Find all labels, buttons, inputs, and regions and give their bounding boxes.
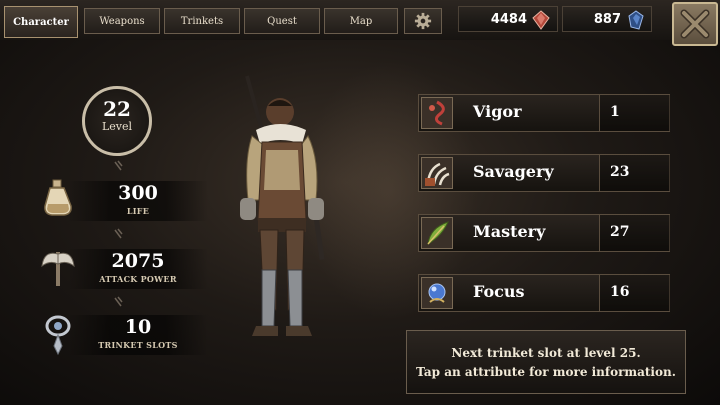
- mastery-label: Mastery: [473, 222, 546, 241]
- attribute-vigor[interactable]: Vigor 1: [418, 94, 670, 132]
- vigor-icon: [429, 100, 445, 126]
- life-value: 300: [118, 182, 158, 204]
- stat-life: 300 LIFE: [40, 176, 208, 226]
- savagery-label: Savagery: [473, 162, 554, 181]
- blue-gem-count: 887: [593, 11, 621, 27]
- hero-character: [240, 75, 325, 336]
- vigor-icon-frame: [421, 97, 453, 129]
- gear-icon: [414, 12, 432, 30]
- trinket-slots-value: 10: [124, 316, 152, 338]
- focus-value: 16: [610, 284, 630, 300]
- info-panel: Next trinket slot at level 25. Tap an at…: [406, 330, 686, 394]
- potion-flask-icon: [44, 179, 72, 216]
- tab-map[interactable]: Map: [324, 8, 398, 34]
- tab-trinkets[interactable]: Trinkets: [164, 8, 240, 34]
- tab-quest[interactable]: Quest: [244, 8, 320, 34]
- savagery-icon-frame: [421, 157, 453, 189]
- value-box: 16: [599, 275, 670, 311]
- trinket-slots-label: TRINKET SLOTS: [98, 340, 178, 350]
- vigor-label: Vigor: [473, 102, 522, 121]
- chain-link-icon: [114, 296, 123, 307]
- battle-axe-icon: [41, 252, 75, 286]
- attribute-mastery[interactable]: Mastery 27: [418, 214, 670, 252]
- stat-attack-power: 2075 ATTACK POWER: [40, 244, 208, 294]
- attack-power-label: ATTACK POWER: [99, 274, 177, 284]
- savagery-value: 23: [610, 164, 630, 180]
- level-label: Level: [101, 120, 133, 133]
- focus-icon-frame: [421, 277, 453, 309]
- tab-character[interactable]: Character: [4, 6, 78, 38]
- red-gem-currency: 4484: [458, 6, 558, 32]
- attribute-savagery[interactable]: Savagery 23: [418, 154, 670, 192]
- value-box: 23: [599, 155, 670, 191]
- level-badge: 22 Level: [82, 86, 152, 156]
- attack-power-value: 2075: [111, 250, 165, 272]
- trinket-amulet-icon: [45, 315, 71, 356]
- chain-link-icon: [114, 228, 123, 239]
- info-tap-hint: Tap an attribute for more information.: [416, 365, 676, 379]
- savagery-claw-icon: [425, 162, 450, 186]
- settings-button[interactable]: [404, 8, 442, 34]
- value-box: 1: [599, 95, 670, 131]
- life-label: LIFE: [126, 206, 150, 216]
- red-gem-count: 4484: [490, 11, 527, 27]
- stat-trinket-slots: 10 TRINKET SLOTS: [40, 310, 208, 360]
- value-box: 27: [599, 215, 670, 251]
- close-button[interactable]: [672, 2, 718, 46]
- attribute-focus[interactable]: Focus 16: [418, 274, 670, 312]
- level-value: 22: [103, 97, 131, 121]
- chain-link-icon: [114, 160, 123, 171]
- focus-orb-icon: [428, 283, 446, 303]
- blue-gem-currency: 887: [562, 6, 652, 32]
- close-x-icon: [680, 9, 710, 39]
- vigor-value: 1: [610, 104, 620, 120]
- info-next-trinket-slot: Next trinket slot at level 25.: [451, 346, 641, 360]
- focus-label: Focus: [473, 282, 525, 301]
- tab-weapons[interactable]: Weapons: [84, 8, 160, 34]
- mastery-icon-frame: [421, 217, 453, 249]
- red-gem-icon: [532, 10, 550, 30]
- mastery-value: 27: [610, 224, 630, 240]
- mastery-feather-icon: [427, 221, 449, 245]
- blue-gem-icon: [628, 10, 644, 30]
